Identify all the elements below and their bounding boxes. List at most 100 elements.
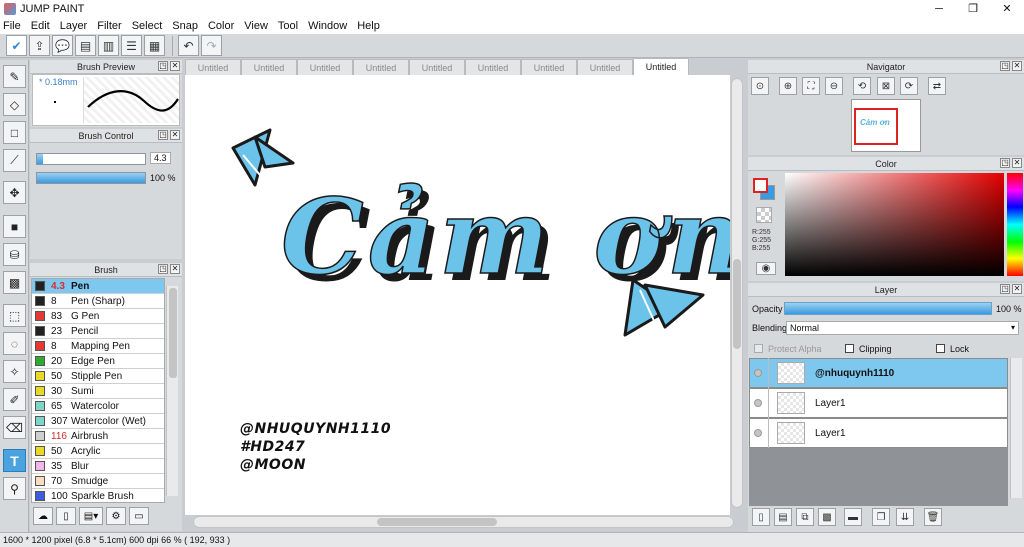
duplicate-layer-button[interactable]: ⧉ xyxy=(796,508,814,526)
menu-window[interactable]: Window xyxy=(308,20,347,32)
clipping-checkbox[interactable] xyxy=(845,344,854,353)
reset-view-button[interactable]: ⊠ xyxy=(877,77,895,95)
zoom-in-button[interactable]: ⊕ xyxy=(779,77,797,95)
menu-snap[interactable]: Snap xyxy=(172,20,198,32)
layer-row[interactable]: Layer1 xyxy=(749,418,1008,448)
document-tab[interactable]: Untitled xyxy=(241,59,297,75)
brush-item[interactable]: 8 Pen (Sharp) xyxy=(32,294,164,309)
canvas-horizontal-scrollbar[interactable] xyxy=(193,516,734,528)
rectangle-tool[interactable]: □ xyxy=(3,121,26,144)
document-tab[interactable]: Untitled xyxy=(185,59,241,75)
undock-icon[interactable]: ◳ xyxy=(1000,61,1010,71)
document-tab[interactable]: Untitled xyxy=(409,59,465,75)
brush-item[interactable]: 83 G Pen xyxy=(32,309,164,324)
document-tab[interactable]: Untitled xyxy=(465,59,521,75)
canvas-vertical-scrollbar[interactable] xyxy=(731,78,743,508)
brush-item[interactable]: 35 Blur xyxy=(32,459,164,474)
layer-row[interactable]: Layer1 xyxy=(749,388,1008,418)
menu-file[interactable]: File xyxy=(3,20,21,32)
menu-tool[interactable]: Tool xyxy=(278,20,298,32)
drawing-canvas[interactable]: Cảm ơn Cảm ơn @NHUQUYNH1110 #HD247 @MOON xyxy=(185,75,730,515)
brush-size-slider[interactable] xyxy=(36,153,146,165)
close-panel-icon[interactable]: ✕ xyxy=(170,61,180,71)
gradient-tool[interactable]: ▩ xyxy=(3,271,26,294)
menu-view[interactable]: View xyxy=(244,20,268,32)
eyedropper-tool[interactable]: ⚲ xyxy=(3,477,26,500)
document-tab[interactable]: Untitled xyxy=(297,59,353,75)
foreground-color-swatch[interactable] xyxy=(753,178,768,193)
eraser-tool[interactable]: ◇ xyxy=(3,93,26,116)
minimize-button[interactable]: ─ xyxy=(922,0,956,17)
list-button[interactable]: ☰ xyxy=(121,35,142,56)
scroll-thumb[interactable] xyxy=(169,288,177,378)
brush-menu-button[interactable]: ▤▾ xyxy=(79,507,103,525)
new-layer-button[interactable]: ▯ xyxy=(752,508,770,526)
blending-select[interactable]: Normal ▾ xyxy=(786,321,1019,335)
brush-item[interactable]: 100 Sparkle Brush xyxy=(32,489,164,502)
zoom-fit-button[interactable]: ⊙ xyxy=(751,77,769,95)
close-panel-icon[interactable]: ✕ xyxy=(1012,61,1022,71)
menu-filter[interactable]: Filter xyxy=(97,20,121,32)
close-panel-icon[interactable]: ✕ xyxy=(1012,284,1022,294)
brush-item[interactable]: 4.3 Pen xyxy=(32,279,164,294)
brush-download-button[interactable]: ☁ xyxy=(33,507,53,525)
undock-icon[interactable]: ◳ xyxy=(1000,284,1010,294)
brush-item[interactable]: 20 Edge Pen xyxy=(32,354,164,369)
lasso-tool[interactable]: ◌ xyxy=(3,332,26,355)
undo-button[interactable]: ↶ xyxy=(178,35,199,56)
magic-wand-tool[interactable]: ✧ xyxy=(3,360,26,383)
brush-item[interactable]: 8 Mapping Pen xyxy=(32,339,164,354)
menu-edit[interactable]: Edit xyxy=(31,20,50,32)
brush-item[interactable]: 116 Airbrush xyxy=(32,429,164,444)
redo-button[interactable]: ↷ xyxy=(201,35,222,56)
scroll-thumb[interactable] xyxy=(377,518,497,526)
brush-item[interactable]: 30 Sumi xyxy=(32,384,164,399)
menu-color[interactable]: Color xyxy=(208,20,234,32)
select-pen-tool[interactable]: ✐ xyxy=(3,388,26,411)
document-tab[interactable]: Untitled xyxy=(633,58,689,75)
document-tab[interactable]: Untitled xyxy=(521,59,577,75)
zoom-out-button[interactable]: ⊖ xyxy=(825,77,843,95)
close-panel-icon[interactable]: ✕ xyxy=(1012,158,1022,168)
message-button[interactable]: ▤ xyxy=(75,35,96,56)
fit-screen-button[interactable]: ⛶ xyxy=(802,77,820,95)
document-tab[interactable]: Untitled xyxy=(353,59,409,75)
protect-alpha-checkbox[interactable] xyxy=(754,344,763,353)
rect-select-tool[interactable]: ⬚ xyxy=(3,304,26,327)
share-button[interactable]: ⇪ xyxy=(29,35,50,56)
brush-folder-button[interactable]: ▭ xyxy=(129,507,149,525)
new-folder-button[interactable]: ▬ xyxy=(844,508,862,526)
brush-item[interactable]: 307 Watercolor (Wet) xyxy=(32,414,164,429)
text-tool[interactable]: T xyxy=(3,449,26,472)
brush-list-scrollbar[interactable] xyxy=(166,286,178,496)
flip-button[interactable]: ⇄ xyxy=(928,77,946,95)
brush-item[interactable]: 23 Pencil xyxy=(32,324,164,339)
line-tool[interactable]: ⟋ xyxy=(3,149,26,172)
comment-button[interactable]: 💬 xyxy=(52,35,73,56)
hue-slider[interactable] xyxy=(1007,173,1023,276)
check-icon-button[interactable]: ✔ xyxy=(6,35,27,56)
undock-icon[interactable]: ◳ xyxy=(158,264,168,274)
document-button[interactable]: ▥ xyxy=(98,35,119,56)
brush-opacity-slider[interactable] xyxy=(36,172,146,184)
lock-checkbox[interactable] xyxy=(936,344,945,353)
layer-visibility-icon[interactable] xyxy=(754,429,762,437)
menu-layer[interactable]: Layer xyxy=(60,20,88,32)
layer-visibility-icon[interactable] xyxy=(754,369,762,377)
menu-help[interactable]: Help xyxy=(357,20,380,32)
saturation-value-picker[interactable] xyxy=(785,173,1004,276)
settings-list-button[interactable]: ▦ xyxy=(144,35,165,56)
rotate-right-button[interactable]: ⟳ xyxy=(900,77,918,95)
new-raster-layer-button[interactable]: ▤ xyxy=(774,508,792,526)
navigator-thumbnail[interactable]: Cảm ơn xyxy=(851,99,921,152)
bucket-tool[interactable]: ⛁ xyxy=(3,243,26,266)
scroll-thumb[interactable] xyxy=(733,259,741,349)
document-tab[interactable]: Untitled xyxy=(577,59,633,75)
select-eraser-tool[interactable]: ⌫ xyxy=(3,416,26,439)
brush-size-value[interactable]: 4.3 xyxy=(150,152,171,164)
new-brush-button[interactable]: ▯ xyxy=(56,507,76,525)
copy-layer-button[interactable]: ❐ xyxy=(872,508,890,526)
halftone-layer-button[interactable]: ▩ xyxy=(818,508,836,526)
delete-layer-button[interactable]: 🗑 xyxy=(924,508,942,526)
brush-tool[interactable]: ✎ xyxy=(3,65,26,88)
